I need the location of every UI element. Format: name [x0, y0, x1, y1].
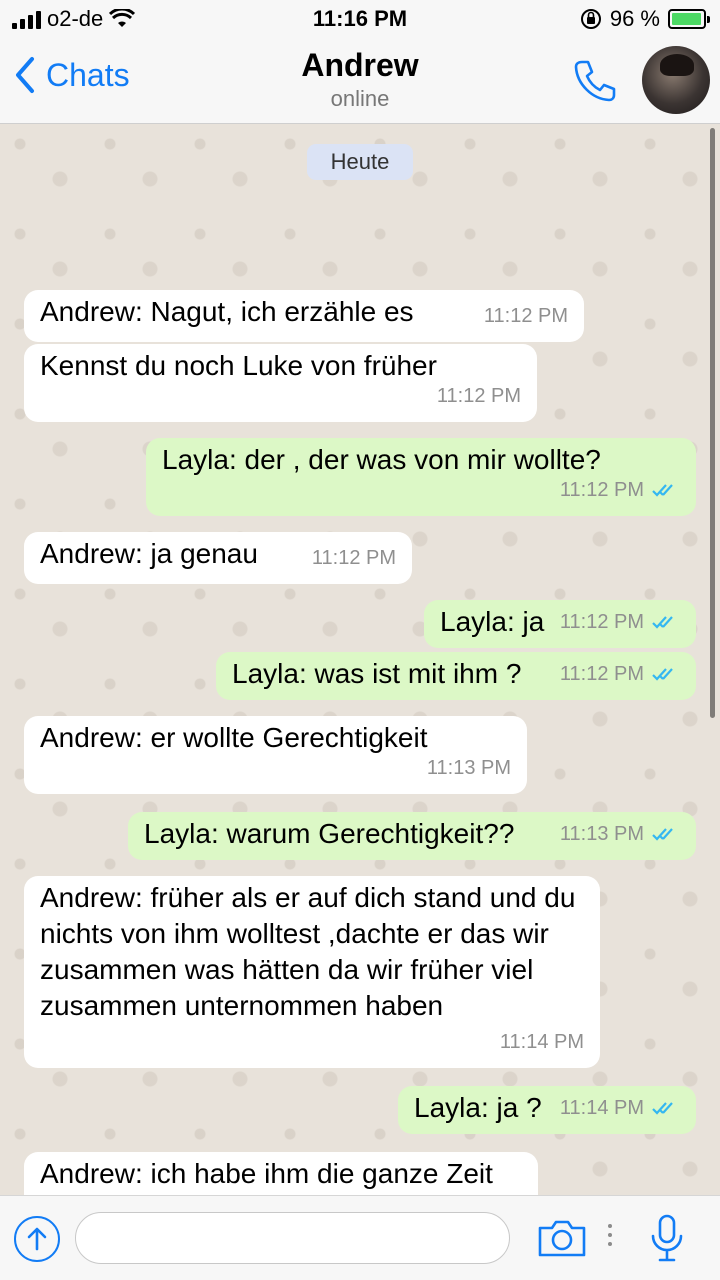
battery-icon — [668, 9, 710, 29]
message-outgoing[interactable]: Layla: warum Gerechtigkeit?? 11:13 PM — [128, 812, 696, 860]
message-incoming[interactable]: Andrew: früher als er auf dich stand und… — [24, 876, 600, 1068]
orientation-lock-icon — [580, 9, 601, 29]
message-outgoing[interactable]: Layla: der , der was von mir wollte? 11:… — [146, 438, 696, 516]
message-input[interactable] — [75, 1212, 510, 1264]
message-time: 11:12 PM — [559, 479, 644, 501]
contact-avatar[interactable] — [642, 46, 710, 114]
status-right: 96 % — [580, 6, 710, 32]
message-outgoing[interactable]: Layla: ja 11:12 PM — [424, 600, 696, 648]
read-ticks-icon — [652, 484, 673, 497]
read-ticks-icon — [652, 1102, 673, 1115]
attach-button[interactable] — [14, 1216, 60, 1262]
message-incoming[interactable]: Andrew: Nagut, ich erzähle es 11:12 PM — [24, 290, 584, 342]
read-ticks-icon — [652, 828, 673, 841]
camera-icon — [538, 1220, 586, 1257]
message-meta: 11:14 PM — [560, 1090, 682, 1126]
message-time: 11:12 PM — [311, 547, 396, 569]
message-incoming[interactable]: Kennst du noch Luke von früher 11:12 PM — [24, 344, 537, 422]
message-time: 11:14 PM — [559, 1097, 644, 1119]
microphone-icon — [651, 1214, 683, 1262]
day-separator: Heute — [307, 144, 413, 180]
battery-percent: 96 % — [609, 6, 660, 31]
read-ticks-icon — [652, 668, 673, 681]
phone-icon — [574, 60, 616, 102]
chat-area[interactable]: Heute Andrew: Nagut, ich erzähle es 11:1… — [0, 124, 720, 1195]
message-time: 11:13 PM — [426, 757, 511, 779]
message-incoming[interactable]: Andrew: ich habe ihm die ganze Zeit — [24, 1152, 538, 1195]
message-incoming[interactable]: Andrew: er wollte Gerechtigkeit 11:13 PM — [24, 716, 527, 794]
read-ticks-icon — [652, 616, 673, 629]
message-outgoing[interactable]: Layla: was ist mit ihm ? 11:12 PM — [216, 652, 696, 700]
scroll-indicator[interactable] — [710, 128, 715, 718]
message-time: 11:12 PM — [483, 305, 568, 327]
message-time: 11:14 PM — [499, 1031, 584, 1053]
voice-message-button[interactable] — [650, 1214, 684, 1267]
message-text: Andrew: früher als er auf dich stand und… — [40, 882, 576, 1021]
message-time: 11:12 PM — [436, 385, 521, 407]
camera-button[interactable] — [537, 1218, 587, 1263]
chat-header: Chats Andrew online — [0, 40, 720, 124]
message-meta: 11:12 PM — [560, 472, 682, 508]
message-meta: 11:13 PM — [560, 816, 682, 852]
message-time: 11:13 PM — [559, 823, 644, 845]
arrow-up-icon — [27, 1227, 47, 1251]
voice-call-button[interactable] — [572, 58, 618, 109]
more-dots-icon — [608, 1224, 612, 1251]
battery-fill — [672, 13, 701, 25]
message-meta: 11:12 PM — [560, 604, 682, 640]
input-bar — [0, 1195, 720, 1280]
message-incoming[interactable]: Andrew: ja genau 11:12 PM — [24, 532, 412, 584]
message-meta: 11:12 PM — [560, 656, 682, 692]
status-bar: o2-de 11:16 PM 96 % — [0, 0, 720, 40]
message-time: 11:12 PM — [559, 663, 644, 685]
message-time: 11:12 PM — [559, 611, 644, 633]
message-outgoing[interactable]: Layla: ja ? 11:14 PM — [398, 1086, 696, 1134]
message-text: Andrew: ich habe ihm die ganze Zeit — [40, 1158, 493, 1189]
